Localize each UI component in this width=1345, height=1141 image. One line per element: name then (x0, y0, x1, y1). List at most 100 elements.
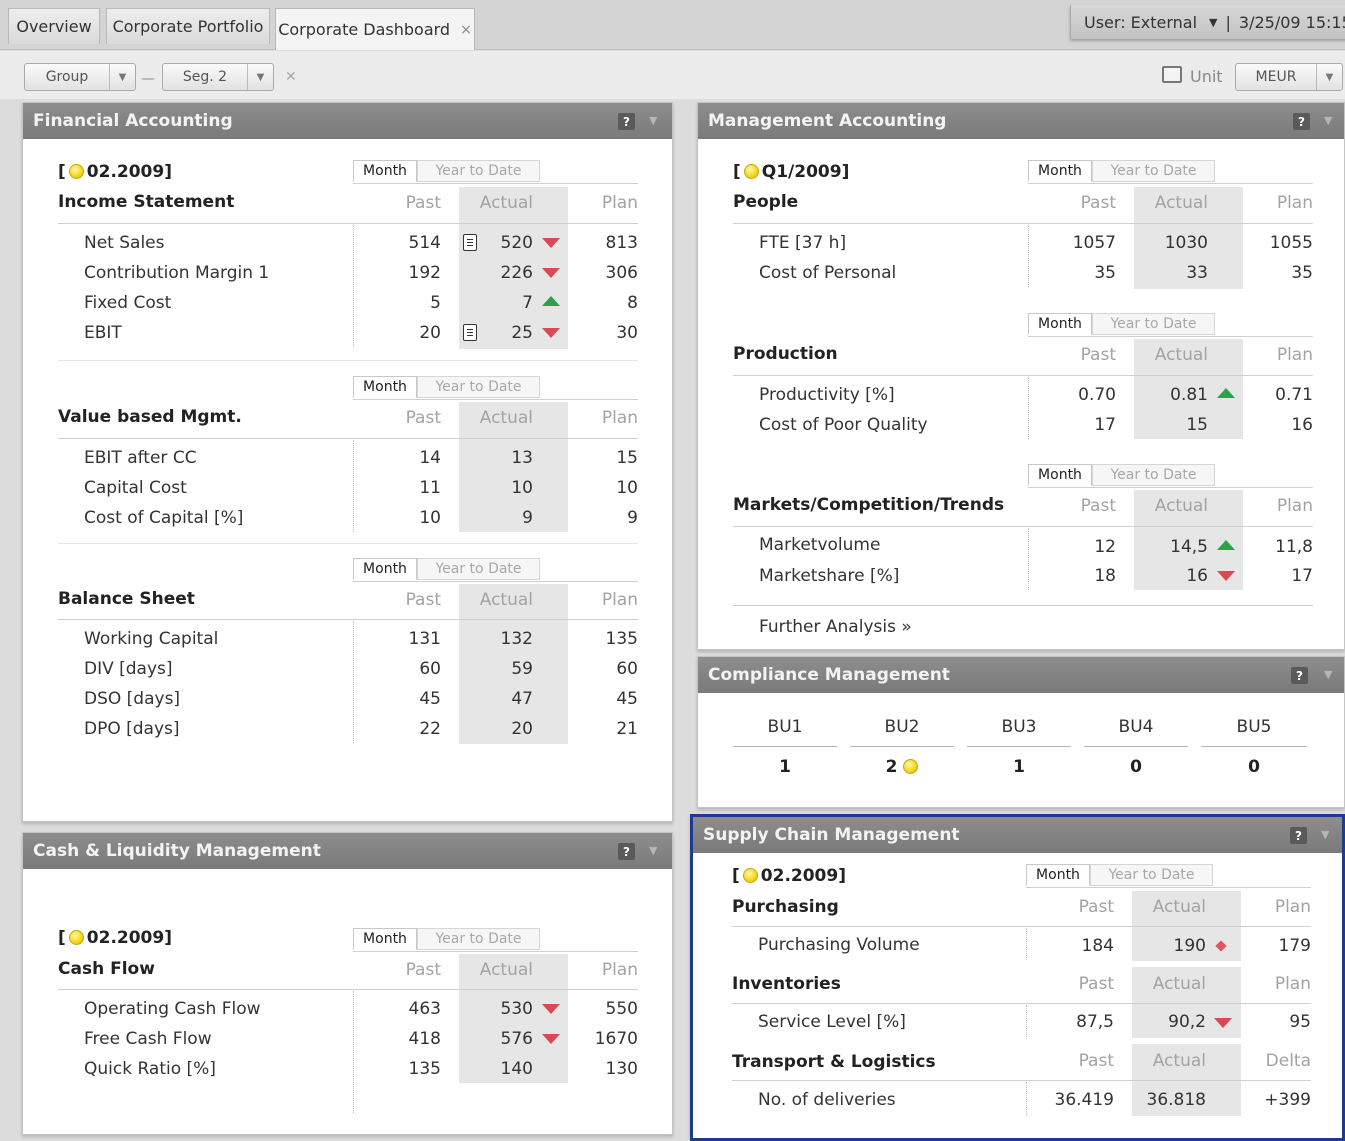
actual-value: 530 (500, 999, 533, 1019)
bu-value[interactable]: 2 (850, 759, 954, 776)
divider (353, 951, 638, 952)
tab-month[interactable]: Month (1028, 464, 1092, 486)
help-icon[interactable]: ? (1290, 827, 1307, 844)
trend-down-icon (542, 1004, 560, 1014)
help-icon[interactable]: ? (1291, 667, 1308, 684)
divider (1201, 746, 1307, 747)
tab-corporate-portfolio[interactable]: Corporate Portfolio (106, 8, 270, 44)
segment-select[interactable]: Seg. 2 ▼ (162, 63, 274, 91)
panel-title: Supply Chain Management (703, 825, 960, 845)
tab-month[interactable]: Month (1028, 313, 1092, 335)
bu-value-text: 2 (885, 757, 898, 777)
unit-label: Unit (1190, 67, 1223, 86)
divider (850, 746, 954, 747)
period-label: [Q1/2009] (733, 162, 850, 182)
delta-value: +399 (1264, 1090, 1311, 1110)
trend-up-icon (542, 296, 560, 306)
unit-select[interactable]: MEUR ▼ (1235, 63, 1343, 91)
tab-month[interactable]: Month (1026, 864, 1090, 886)
financial-accounting-panel: Financial Accounting ? ▼ [02.2009] Month… (22, 102, 673, 822)
chevron-down-icon[interactable]: ▼ (1324, 668, 1332, 681)
tab-label: Overview (16, 17, 92, 36)
divider (1028, 336, 1313, 337)
divider (733, 746, 837, 747)
chevron-down-icon[interactable]: ▼ (1316, 64, 1342, 90)
bu-value[interactable]: 0 (1201, 759, 1307, 776)
plan-value: 16 (1291, 415, 1313, 435)
tab-year-to-date[interactable]: Year to Date (1090, 864, 1213, 886)
tab-month[interactable]: Month (353, 928, 417, 950)
segment-select-value: Seg. 2 (182, 69, 228, 85)
chevron-down-icon[interactable]: ▼ (1324, 114, 1332, 127)
tab-year-to-date[interactable]: Year to Date (1092, 313, 1215, 335)
row-label: Net Sales (84, 233, 165, 253)
close-icon[interactable]: × (460, 22, 472, 38)
help-icon[interactable]: ? (618, 113, 635, 130)
chevron-down-icon[interactable]: ▼ (1321, 828, 1329, 841)
clear-icon[interactable]: ✕ (285, 70, 297, 84)
bu-value[interactable]: 1 (967, 759, 1071, 776)
chevron-down-icon[interactable]: ▼ (649, 114, 657, 127)
user-menu[interactable]: User: External ▼ | 3/25/09 15:15 (1070, 5, 1345, 39)
divider (353, 399, 638, 400)
tab-month[interactable]: Month (353, 160, 417, 182)
col-plan: Plan (601, 960, 638, 980)
help-icon[interactable]: ? (618, 843, 635, 860)
bu-value[interactable]: 0 (1084, 759, 1188, 776)
plan-value: 30 (616, 323, 638, 343)
divider (1026, 887, 1311, 888)
plan-value: 60 (616, 659, 638, 679)
tab-year-to-date[interactable]: Year to Date (1092, 160, 1215, 182)
group-select[interactable]: Group ▼ (24, 63, 136, 91)
tab-corporate-dashboard[interactable]: Corporate Dashboard × (275, 8, 475, 50)
printer-icon[interactable] (1162, 66, 1182, 83)
row-label: Fixed Cost (84, 293, 172, 313)
section-title: Value based Mgmt. (58, 407, 242, 427)
tab-year-to-date[interactable]: Year to Date (417, 558, 540, 580)
row-label: DSO [days] (84, 689, 181, 709)
col-actual: Actual (479, 408, 533, 428)
plan-value: 130 (605, 1059, 638, 1079)
tab-label: Corporate Portfolio (112, 17, 264, 36)
past-value: 14 (419, 448, 441, 468)
tab-overview[interactable]: Overview (8, 8, 100, 44)
col-past: Past (1080, 496, 1116, 516)
col-plan: Plan (1276, 496, 1313, 516)
panel-title: Compliance Management (708, 665, 950, 685)
bu-value[interactable]: 1 (733, 759, 837, 776)
col-plan: Plan (601, 408, 638, 428)
actual-value: 140 (500, 1059, 533, 1079)
tab-month[interactable]: Month (353, 558, 417, 580)
row-label: FTE [37 h] (759, 233, 847, 253)
col-past: Past (1078, 1051, 1114, 1071)
tab-year-to-date[interactable]: Year to Date (417, 376, 540, 398)
status-yellow-icon (903, 759, 919, 774)
dash-separator: — (141, 71, 155, 87)
divider (732, 1080, 1311, 1081)
col-actual: Actual (479, 960, 533, 980)
actual-value: 576 (500, 1029, 533, 1049)
past-value: 514 (408, 233, 441, 253)
tab-month[interactable]: Month (353, 376, 417, 398)
plan-value: 550 (605, 999, 638, 1019)
chevron-down-icon[interactable]: ▼ (247, 64, 273, 90)
chevron-down-icon[interactable]: ▼ (1209, 16, 1217, 29)
divider (58, 619, 638, 620)
past-value: 184 (1081, 936, 1114, 956)
tab-year-to-date[interactable]: Year to Date (1092, 464, 1215, 486)
tab-year-to-date[interactable]: Year to Date (417, 928, 540, 950)
plan-value: 135 (605, 629, 638, 649)
divider (353, 440, 354, 532)
further-analysis-link[interactable]: Further Analysis » (759, 619, 912, 636)
tab-month[interactable]: Month (1028, 160, 1092, 182)
past-value: 418 (408, 1029, 441, 1049)
plan-value: 35 (1291, 263, 1313, 283)
chevron-down-icon[interactable]: ▼ (109, 64, 135, 90)
chevron-down-icon[interactable]: ▼ (649, 844, 657, 857)
help-icon[interactable]: ? (1293, 113, 1310, 130)
panel-header: Compliance Management (698, 657, 1344, 693)
group-select-value: Group (45, 69, 89, 85)
actual-value: 20 (511, 719, 533, 739)
tab-year-to-date[interactable]: Year to Date (417, 160, 540, 182)
divider (1026, 928, 1027, 960)
